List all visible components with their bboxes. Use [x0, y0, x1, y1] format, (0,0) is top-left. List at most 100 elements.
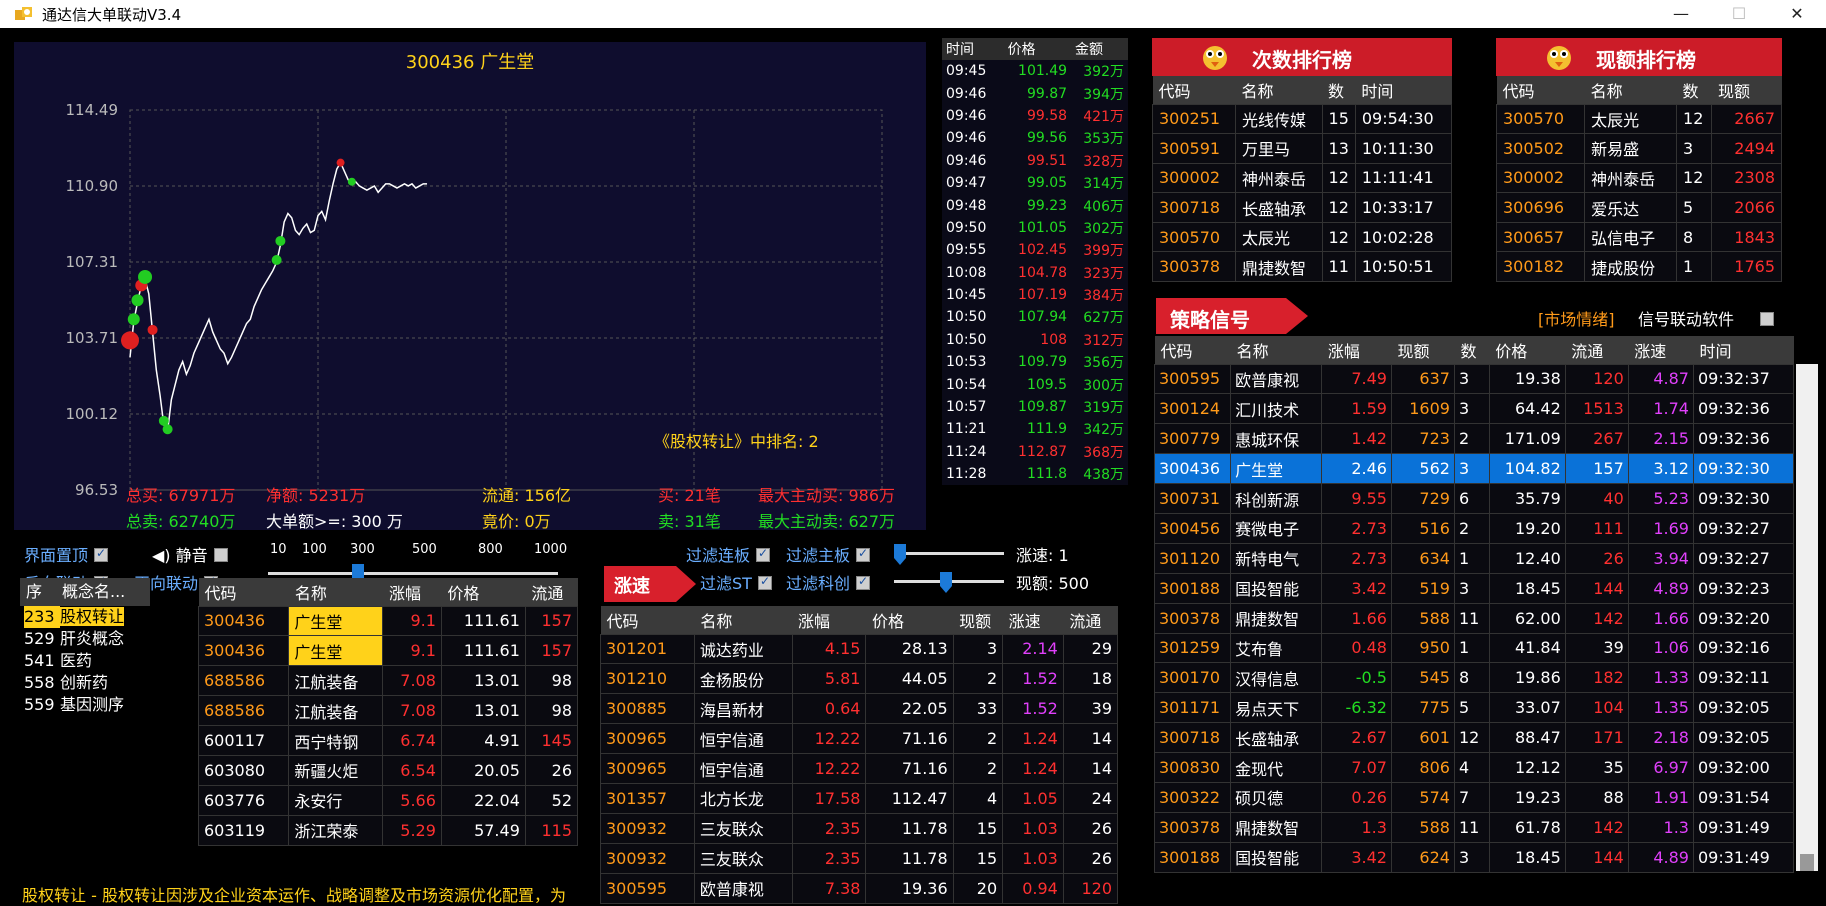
strategy-scrollbar[interactable]	[1796, 364, 1818, 871]
concept-item[interactable]: 559 基因测序	[20, 694, 150, 716]
tick-row[interactable]: 10:08 104.78 323万	[942, 261, 1128, 284]
filter-star-toggle[interactable]: 过滤科创	[786, 570, 871, 594]
signal-row[interactable]: 300718 长盛轴承 2.67 601 12 88.47 171 2.18 09:32:05	[1153, 722, 1795, 754]
speed-slider-thumb[interactable]	[892, 544, 908, 566]
price-chart[interactable]: 114.49 110.90 107.31 103.71 100.12 96.53 3004…	[14, 42, 926, 531]
market-sentiment-link[interactable]: [市场情绪]	[1538, 306, 1615, 330]
rank-row[interactable]: 300002 神州泰岳 12 11:11:41	[1152, 162, 1453, 194]
column-header[interactable]: 现额	[1391, 336, 1455, 364]
mute-checkbox[interactable]	[213, 548, 228, 562]
tick-row[interactable]: 09:46 99.87 394万	[942, 82, 1128, 105]
filter-main-toggle[interactable]: 过滤主板	[786, 542, 871, 566]
filter-limit-toggle[interactable]: 过滤连板	[686, 542, 771, 566]
signal-row[interactable]: 301120 新特电气 2.73 634 1 12.40 26 3.94 09:32:27	[1153, 542, 1795, 574]
column-header[interactable]: 数	[1454, 336, 1490, 364]
signal-row[interactable]: 300595 欧普康视 7.49 637 3 19.38 120 4.87 09:32:37	[1153, 363, 1795, 395]
rank-row[interactable]: 300696 爱乐达 5 2066	[1495, 192, 1782, 223]
column-header[interactable]: 名称	[288, 578, 383, 606]
stock-row[interactable]: 603119 浙江荣泰 5.29 57.49 115	[197, 814, 579, 846]
speed-row[interactable]: 300965 恒宇信通 12.22 71.16 2 1.24 14	[600, 753, 1119, 784]
speed-list-table[interactable]: 代码 名称 涨幅 价格 现额 涨速 流通 301201 诚达药业 4.15 28.13 3 2.14 29…	[600, 606, 1119, 904]
concept-list[interactable]: 序概念名... 233 股权转让 529 肝炎概念 541 医药 558 创新药 559 基因测序	[20, 578, 150, 716]
speed-row[interactable]: 301357 北方长龙 17.58 112.47 4 1.05 24	[600, 782, 1119, 814]
tick-row[interactable]: 10:53 109.79 356万	[942, 351, 1128, 374]
signal-row[interactable]: 300378 鼎捷数智 1.3 588 11 61.78 142 1.3 09:31:49	[1153, 811, 1795, 843]
maximize-button[interactable]: ☐	[1710, 0, 1768, 28]
rank-row[interactable]: 300251 光线传媒 15 09:54:30	[1152, 103, 1453, 135]
rank-row[interactable]: 300502 新易盛 3 2494	[1495, 133, 1782, 164]
column-header[interactable]: 名称	[1235, 76, 1323, 104]
speed-row[interactable]: 300885 海昌新材 0.64 22.05 33 1.52 39	[600, 693, 1119, 725]
filter-main-checkbox[interactable]	[856, 546, 871, 562]
tick-row[interactable]: 09:46 99.51 328万	[942, 149, 1128, 172]
mute-toggle[interactable]: ◀) 静音	[152, 542, 228, 566]
tick-row[interactable]: 09:48 99.23 406万	[942, 194, 1128, 217]
signal-row[interactable]: 300731 科创新源 9.55 729 6 35.79 40 5.23 09:32:30	[1153, 483, 1795, 514]
strategy-signal-table[interactable]: 代码 名称 涨幅 现额数价格 流通 涨速 时间 300595 欧普康视 7.49 637 3 19.38…	[1153, 336, 1795, 873]
column-header[interactable]: 价格	[865, 606, 954, 634]
column-header[interactable]: 名称	[694, 606, 792, 634]
column-header[interactable]: 代码	[1152, 76, 1236, 104]
tick-row[interactable]: 09:50 101.05 302万	[942, 216, 1128, 240]
rank-row[interactable]: 300182 捷成股份 1 1765	[1495, 251, 1782, 283]
column-header[interactable]: 代码	[600, 606, 695, 634]
stock-row[interactable]: 603080 新疆火炬 6.54 20.05 26	[197, 754, 579, 786]
top-most-toggle[interactable]: 界面置顶	[24, 542, 109, 566]
scrollbar-thumb[interactable]	[1800, 854, 1814, 871]
top-most-checkbox[interactable]	[94, 546, 109, 562]
speed-row[interactable]: 300595 欧普康视 7.38 19.36 20 0.94 120	[600, 872, 1119, 904]
speed-row[interactable]: 300932 三友联众 2.35 11.78 15 1.03 26	[600, 812, 1119, 844]
signal-link-checkbox[interactable]	[1760, 312, 1774, 326]
column-header[interactable]: 涨幅	[382, 578, 442, 606]
tick-row[interactable]: 10:54 109.5 300万	[942, 373, 1128, 396]
concept-item[interactable]: 233 股权转让	[20, 606, 150, 628]
filter-star-checkbox[interactable]	[856, 574, 871, 590]
rank-row[interactable]: 300657 弘信电子 8 1843	[1495, 221, 1782, 253]
stock-row[interactable]: 600117 西宁特钢 6.74 4.91 145	[197, 725, 579, 756]
filter-st-toggle[interactable]: 过滤ST	[700, 570, 772, 594]
column-header[interactable]: 涨幅	[1321, 336, 1392, 364]
column-header[interactable]: 现额	[1711, 76, 1782, 104]
signal-row[interactable]: 300779 惠城环保 1.42 723 2 171.09 267 2.15 09:32:36	[1153, 423, 1795, 455]
column-header[interactable]: 数	[1676, 76, 1712, 104]
rank-row[interactable]: 300718 长盛轴承 12 10:33:17	[1152, 192, 1453, 223]
column-header[interactable]: 时间	[1693, 336, 1794, 364]
tick-row[interactable]: 09:45 101.49 392万	[942, 60, 1128, 83]
column-header[interactable]: 涨幅	[792, 606, 866, 634]
column-header[interactable]: 现额	[953, 606, 1003, 634]
speed-row[interactable]: 301210 金杨股份 5.81 44.05 2 1.52 18	[600, 663, 1119, 695]
tick-row[interactable]: 11:21 111.9 342万	[942, 418, 1128, 441]
stock-row[interactable]: 688586 江航装备 7.08 13.01 98	[197, 695, 579, 727]
signal-row[interactable]: 300188 国投智能 3.42 624 3 18.45 144 4.89 09:31:49	[1153, 841, 1795, 873]
column-header[interactable]: 流通	[1063, 606, 1118, 634]
column-header[interactable]: 名称	[1584, 76, 1677, 104]
tick-row[interactable]: 11:28 111.8 438万	[942, 463, 1128, 486]
tick-list[interactable]: 时间 价格 金额 09:45 101.49 392万 09:46 99.87 394万 09:46…	[942, 38, 1128, 486]
speed-slider-track[interactable]	[894, 552, 1004, 555]
signal-row[interactable]: 300456 赛微电子 2.73 516 2 19.20 111 1.69 09:32:27	[1153, 512, 1795, 544]
column-header[interactable]: 时间	[1355, 76, 1452, 104]
signal-row[interactable]: 300436 广生堂 2.46 562 3 104.82 157 3.12 09:32:30	[1153, 453, 1795, 485]
minimize-button[interactable]: —	[1652, 0, 1710, 28]
stock-row[interactable]: 603776 永安行 5.66 22.04 52	[197, 784, 579, 816]
column-header[interactable]: 代码	[198, 578, 289, 606]
column-header[interactable]: 涨速	[1002, 606, 1064, 634]
threshold-slider-track[interactable]	[268, 572, 558, 575]
column-header[interactable]: 涨速	[1628, 336, 1694, 364]
column-header[interactable]: 价格	[1003, 38, 1072, 60]
rank-row[interactable]: 300570 太辰光 12 2667	[1495, 103, 1782, 135]
tick-row[interactable]: 10:50 107.94 627万	[942, 306, 1128, 329]
tick-row[interactable]: 11:24 112.87 368万	[942, 440, 1128, 464]
concept-item[interactable]: 558 创新药	[20, 672, 150, 694]
column-header[interactable]: 流通	[525, 578, 578, 606]
signal-row[interactable]: 300124 汇川技术 1.59 1609 3 64.42 1513 1.74 09:32:36	[1153, 393, 1795, 425]
stock-row[interactable]: 688586 江航装备 7.08 13.01 98	[197, 665, 579, 697]
concept-item[interactable]: 529 肝炎概念	[20, 628, 150, 650]
stock-row[interactable]: 300436 广生堂 9.1 111.61 157	[197, 635, 579, 667]
column-header[interactable]: 数	[1322, 76, 1356, 104]
speed-row[interactable]: 300965 恒宇信通 12.22 71.16 2 1.24 14	[600, 723, 1119, 755]
signal-row[interactable]: 300378 鼎捷数智 1.66 588 11 62.00 142 1.66 09:32:20	[1153, 602, 1795, 634]
filter-st-checkbox[interactable]	[757, 574, 772, 590]
filter-limit-checkbox[interactable]	[756, 546, 771, 562]
tick-row[interactable]: 09:46 99.56 353万	[942, 127, 1128, 150]
